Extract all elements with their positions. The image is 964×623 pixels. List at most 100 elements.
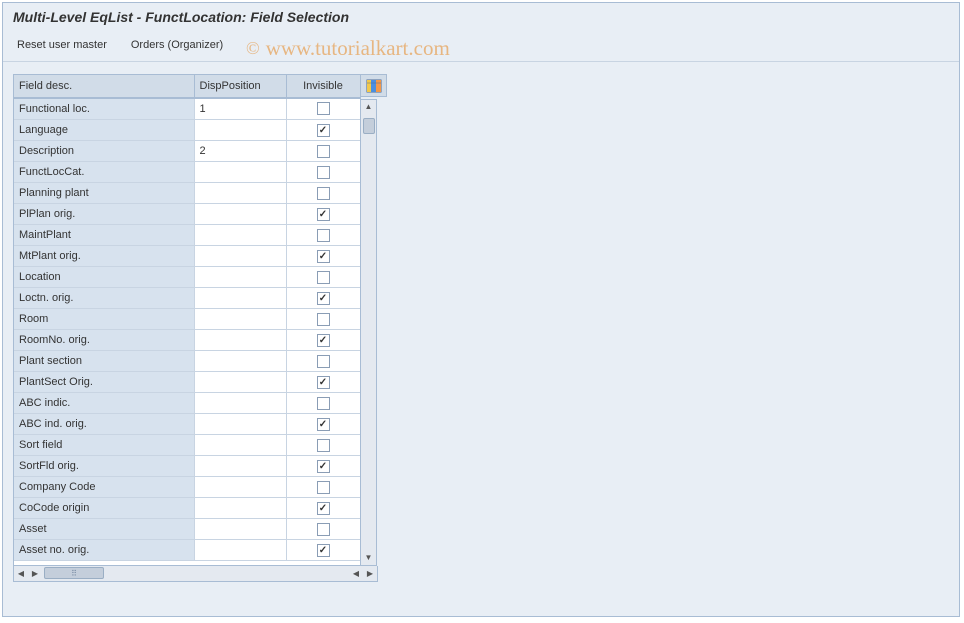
- field-desc-cell[interactable]: FunctLocCat.: [14, 162, 194, 183]
- table-row: MtPlant orig.: [14, 246, 360, 267]
- invisible-cell: [286, 246, 360, 267]
- invisible-cell: [286, 519, 360, 540]
- invisible-checkbox[interactable]: [317, 313, 330, 326]
- reset-user-master-button[interactable]: Reset user master: [13, 37, 111, 53]
- disp-position-cell[interactable]: [194, 204, 286, 225]
- orders-organizer-button[interactable]: Orders (Organizer): [127, 37, 227, 53]
- field-desc-cell[interactable]: Company Code: [14, 477, 194, 498]
- scroll-up-arrow-icon[interactable]: ▲: [362, 100, 376, 114]
- invisible-checkbox[interactable]: [317, 355, 330, 368]
- field-desc-cell[interactable]: Room: [14, 309, 194, 330]
- disp-position-cell[interactable]: 2: [194, 141, 286, 162]
- invisible-checkbox[interactable]: [317, 544, 330, 557]
- scroll-right2-arrow-icon[interactable]: ▶: [363, 566, 377, 580]
- field-desc-cell[interactable]: Sort field: [14, 435, 194, 456]
- scroll-left2-arrow-icon[interactable]: ◀: [349, 566, 363, 580]
- disp-position-cell[interactable]: [194, 519, 286, 540]
- field-desc-cell[interactable]: Language: [14, 120, 194, 141]
- invisible-checkbox[interactable]: [317, 481, 330, 494]
- table-row: FunctLocCat.: [14, 162, 360, 183]
- disp-position-cell[interactable]: [194, 288, 286, 309]
- disp-position-cell[interactable]: [194, 372, 286, 393]
- invisible-cell: [286, 288, 360, 309]
- invisible-cell: [286, 456, 360, 477]
- field-desc-cell[interactable]: PlPlan orig.: [14, 204, 194, 225]
- toolbar: Reset user master Orders (Organizer): [3, 33, 959, 62]
- field-desc-cell[interactable]: SortFld orig.: [14, 456, 194, 477]
- invisible-checkbox[interactable]: [317, 102, 330, 115]
- invisible-cell: [286, 120, 360, 141]
- invisible-checkbox[interactable]: [317, 208, 330, 221]
- col-header-disp-position[interactable]: DispPosition: [194, 75, 286, 97]
- disp-position-cell[interactable]: [194, 477, 286, 498]
- disp-position-cell[interactable]: [194, 120, 286, 141]
- disp-position-cell[interactable]: [194, 330, 286, 351]
- horizontal-scrollbar[interactable]: ◀ ▶ ◀ ▶: [13, 566, 378, 582]
- col-header-field-desc[interactable]: Field desc.: [14, 75, 194, 97]
- invisible-checkbox[interactable]: [317, 250, 330, 263]
- disp-position-cell[interactable]: [194, 414, 286, 435]
- field-desc-cell[interactable]: Functional loc.: [14, 99, 194, 120]
- disp-position-cell[interactable]: [194, 246, 286, 267]
- disp-position-cell[interactable]: [194, 183, 286, 204]
- field-desc-cell[interactable]: RoomNo. orig.: [14, 330, 194, 351]
- invisible-checkbox[interactable]: [317, 334, 330, 347]
- field-desc-cell[interactable]: ABC indic.: [14, 393, 194, 414]
- field-desc-cell[interactable]: Location: [14, 267, 194, 288]
- disp-position-cell[interactable]: [194, 498, 286, 519]
- disp-position-cell[interactable]: [194, 540, 286, 561]
- col-header-invisible[interactable]: Invisible: [286, 75, 360, 97]
- field-desc-cell[interactable]: Asset: [14, 519, 194, 540]
- invisible-checkbox[interactable]: [317, 271, 330, 284]
- scroll-left-arrow-icon[interactable]: ◀: [14, 566, 28, 580]
- table-row: MaintPlant: [14, 225, 360, 246]
- table-row: Room: [14, 309, 360, 330]
- invisible-checkbox[interactable]: [317, 124, 330, 137]
- invisible-checkbox[interactable]: [317, 187, 330, 200]
- field-desc-cell[interactable]: Planning plant: [14, 183, 194, 204]
- invisible-checkbox[interactable]: [317, 460, 330, 473]
- invisible-checkbox[interactable]: [317, 397, 330, 410]
- invisible-cell: [286, 435, 360, 456]
- scroll-thumb[interactable]: [363, 118, 375, 134]
- field-desc-cell[interactable]: Description: [14, 141, 194, 162]
- invisible-checkbox[interactable]: [317, 418, 330, 431]
- field-desc-cell[interactable]: CoCode origin: [14, 498, 194, 519]
- invisible-checkbox[interactable]: [317, 229, 330, 242]
- invisible-checkbox[interactable]: [317, 145, 330, 158]
- vertical-scrollbar[interactable]: ▲ ▼: [361, 99, 377, 566]
- disp-position-cell[interactable]: [194, 309, 286, 330]
- field-desc-cell[interactable]: Plant section: [14, 351, 194, 372]
- table-row: Sort field: [14, 435, 360, 456]
- table-row: Language: [14, 120, 360, 141]
- invisible-checkbox[interactable]: [317, 523, 330, 536]
- table-settings-icon[interactable]: [366, 79, 382, 93]
- field-desc-cell[interactable]: MaintPlant: [14, 225, 194, 246]
- table-row: Plant section: [14, 351, 360, 372]
- invisible-checkbox[interactable]: [317, 439, 330, 452]
- disp-position-cell[interactable]: [194, 456, 286, 477]
- hscroll-thumb[interactable]: [44, 567, 104, 579]
- scroll-down-arrow-icon[interactable]: ▼: [362, 551, 376, 565]
- invisible-checkbox[interactable]: [317, 292, 330, 305]
- field-desc-cell[interactable]: PlantSect Orig.: [14, 372, 194, 393]
- field-desc-cell[interactable]: Asset no. orig.: [14, 540, 194, 561]
- invisible-checkbox[interactable]: [317, 376, 330, 389]
- disp-position-cell[interactable]: 1: [194, 99, 286, 120]
- disp-position-cell[interactable]: [194, 225, 286, 246]
- disp-position-cell[interactable]: [194, 351, 286, 372]
- field-desc-cell[interactable]: MtPlant orig.: [14, 246, 194, 267]
- disp-position-cell[interactable]: [194, 435, 286, 456]
- disp-position-cell[interactable]: [194, 267, 286, 288]
- scroll-right-arrow-icon[interactable]: ▶: [28, 566, 42, 580]
- table-row: SortFld orig.: [14, 456, 360, 477]
- disp-position-cell[interactable]: [194, 393, 286, 414]
- invisible-checkbox[interactable]: [317, 166, 330, 179]
- field-desc-cell[interactable]: ABC ind. orig.: [14, 414, 194, 435]
- field-desc-cell[interactable]: Loctn. orig.: [14, 288, 194, 309]
- invisible-checkbox[interactable]: [317, 502, 330, 515]
- invisible-cell: [286, 141, 360, 162]
- table-row: Location: [14, 267, 360, 288]
- scroll-track[interactable]: [362, 114, 376, 551]
- disp-position-cell[interactable]: [194, 162, 286, 183]
